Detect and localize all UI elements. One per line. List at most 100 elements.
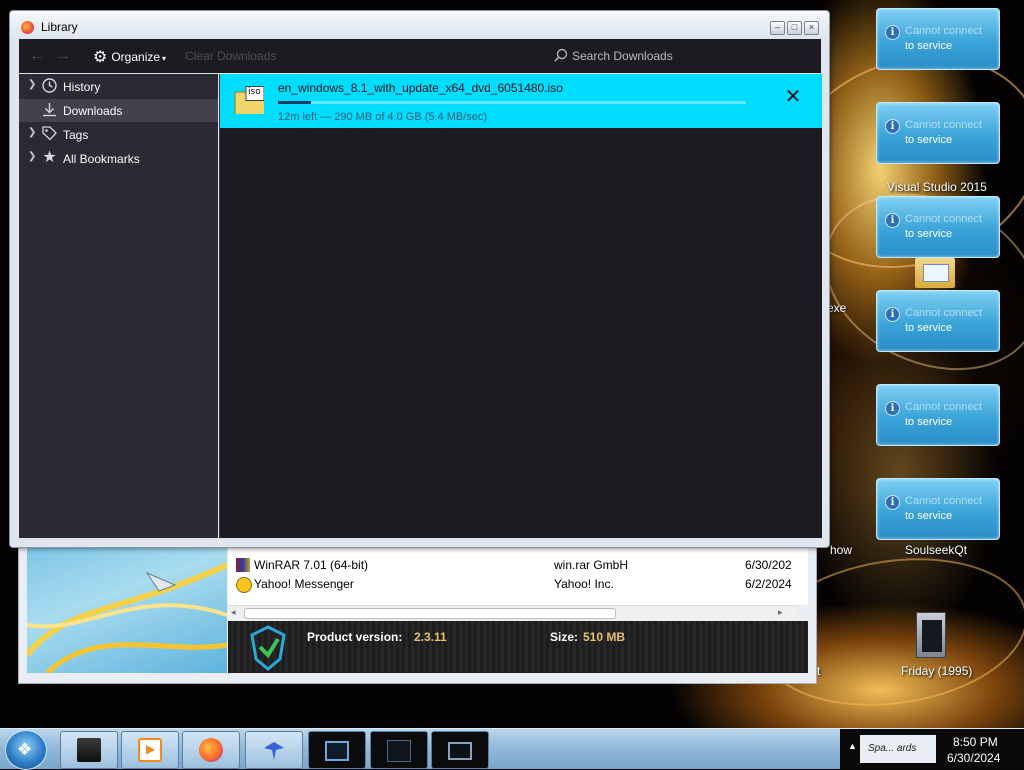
- organize-button[interactable]: ⚙ Organize ▾: [93, 46, 166, 66]
- desktop-icon-visual-studio-label[interactable]: Visual Studio 2015: [887, 180, 987, 194]
- desktop-icon-soulseek-label[interactable]: SoulseekQt: [905, 543, 967, 557]
- notification-cannot-connect[interactable]: i Cannot connect to service: [876, 102, 1000, 164]
- star-icon: ★: [42, 149, 57, 166]
- notification-line2: to service: [905, 134, 953, 146]
- sidebar-item-downloads[interactable]: Downloads: [19, 99, 218, 122]
- horizontal-scrollbar[interactable]: ◂ ▸: [228, 605, 798, 621]
- desktop-icon-how-label: how: [830, 543, 853, 557]
- taskbar-button-device-manager[interactable]: [370, 731, 428, 769]
- program-publisher: Yahoo! Inc.: [554, 577, 614, 591]
- clock-time[interactable]: 8:50 PM: [953, 735, 998, 749]
- scroll-right-icon[interactable]: ▸: [778, 607, 783, 618]
- notification-line1: Cannot connect: [905, 119, 983, 131]
- taskbar-button-monitor[interactable]: [308, 731, 366, 769]
- notification-line2: to service: [905, 40, 953, 52]
- notification-line1: Cannot connect: [905, 25, 983, 37]
- file-badge: iso: [248, 87, 261, 97]
- size-value: 510 MB: [583, 630, 626, 644]
- firefox-icon: [21, 21, 34, 34]
- info-icon: i: [885, 401, 900, 416]
- download-progress-bar: [278, 101, 746, 104]
- taskbar-button-firefox[interactable]: [182, 731, 240, 769]
- list-item[interactable]: Yahoo! Messenger Yahoo! Inc. 6/2/2024: [228, 575, 798, 594]
- info-icon: i: [885, 495, 900, 510]
- sidebar-item-history[interactable]: ❯ History: [19, 75, 218, 98]
- program-name: WinRAR 7.01 (64-bit): [254, 558, 369, 572]
- window-title: Library: [41, 20, 78, 34]
- notification-line1: Cannot connect: [905, 307, 983, 319]
- library-window: Library – □ × ← → ⚙ Organize ▾ Clear Downl…: [9, 10, 830, 548]
- media-player-icon: ▶: [138, 738, 162, 762]
- taskbar-button-drive[interactable]: [60, 731, 118, 769]
- programs-banner-image: [27, 545, 227, 673]
- gear-icon: ⚙: [93, 49, 108, 66]
- notification-cannot-connect[interactable]: i Cannot connect to service: [876, 8, 1000, 70]
- taskbar-button-media-player[interactable]: ▶: [121, 731, 179, 769]
- program-name: Yahoo! Messenger: [254, 577, 354, 591]
- chevron-right-icon[interactable]: ❯: [28, 127, 36, 138]
- back-arrow-icon[interactable]: ←: [29, 47, 45, 65]
- forward-arrow-icon[interactable]: →: [55, 47, 71, 65]
- program-details-panel: Product version: 2.3.11 Size: 510 MB: [228, 621, 808, 673]
- notification-line2: to service: [905, 322, 953, 334]
- sidebar-item-all-bookmarks[interactable]: ❯ ★ All Bookmarks: [19, 147, 218, 170]
- product-version-value: 2.3.11: [414, 630, 447, 644]
- taskbar: ❖ ▶ ▲ Spa... ards 8:50 PM 6/30/2024: [0, 728, 1024, 770]
- clear-downloads-button[interactable]: Clear Downloads: [185, 49, 276, 63]
- cancel-download-button[interactable]: ✕: [782, 86, 804, 108]
- notification-cannot-connect[interactable]: i Cannot connect to service: [876, 478, 1000, 540]
- download-progress-fill: [278, 101, 311, 104]
- taskbar-button-terminal[interactable]: [431, 731, 489, 769]
- search-downloads-field[interactable]: Search Downloads: [548, 44, 818, 67]
- size-label: Size:: [550, 630, 579, 644]
- sidebar-item-label: Tags: [63, 128, 89, 142]
- drive-icon: [77, 738, 101, 762]
- sidebar-item-label: History: [63, 80, 101, 94]
- tray-expand-icon[interactable]: ▲: [848, 741, 857, 751]
- title-bar[interactable]: Library – □ ×: [10, 11, 829, 39]
- monitor-icon: [325, 741, 349, 761]
- list-item[interactable]: WinRAR 7.01 (64-bit) win.rar GmbH 6/30/2…: [228, 556, 798, 575]
- chevron-right-icon[interactable]: ❯: [28, 151, 36, 162]
- winrar-icon: [236, 558, 250, 572]
- programs-window: WinRAR 7.01 (64-bit) win.rar GmbH 6/30/2…: [18, 540, 817, 684]
- notification-cannot-connect[interactable]: i Cannot connect to service: [876, 196, 1000, 258]
- chevron-right-icon[interactable]: ❯: [28, 79, 36, 90]
- maximize-button[interactable]: □: [787, 21, 802, 35]
- dropdown-arrow-icon: ▾: [162, 54, 167, 63]
- downloads-list: iso en_windows_8.1_with_update_x64_dvd_6…: [219, 74, 822, 538]
- clock-date[interactable]: 6/30/2024: [947, 751, 1000, 765]
- movie-folder-icon[interactable]: [912, 612, 948, 658]
- product-version-label: Product version:: [307, 630, 403, 644]
- notification-cannot-connect[interactable]: i Cannot connect to service: [876, 384, 1000, 446]
- close-button[interactable]: ×: [804, 21, 819, 35]
- notification-line2: to service: [905, 416, 953, 428]
- firefox-icon: [199, 738, 223, 762]
- taskbar-button-app-bird[interactable]: [245, 731, 303, 769]
- scrollbar-thumb[interactable]: [244, 608, 616, 619]
- notification-line2: to service: [905, 510, 953, 522]
- info-icon: i: [885, 307, 900, 322]
- mail-folder-icon[interactable]: [915, 258, 955, 288]
- program-publisher: win.rar GmbH: [554, 558, 629, 572]
- search-icon: [554, 48, 568, 62]
- notification-line1: Cannot connect: [905, 495, 983, 507]
- sidebar-item-label: Downloads: [63, 104, 123, 118]
- scroll-left-icon[interactable]: ◂: [231, 607, 236, 618]
- desktop-icon-friday-label[interactable]: Friday (1995): [901, 664, 972, 678]
- tray-app-preview[interactable]: Spa... ards: [860, 735, 936, 763]
- bird-app-icon: [264, 742, 284, 760]
- download-item[interactable]: iso en_windows_8.1_with_update_x64_dvd_6…: [220, 74, 822, 128]
- tray-preview-text: Spa... ards: [868, 743, 917, 754]
- sidebar-item-label: All Bookmarks: [63, 152, 140, 166]
- sidebar-item-tags[interactable]: ❯ Tags: [19, 123, 218, 146]
- minimize-button[interactable]: –: [770, 21, 785, 35]
- program-date: 6/2/2024: [745, 577, 792, 591]
- start-button[interactable]: ❖: [5, 730, 47, 770]
- info-icon: i: [885, 213, 900, 228]
- download-filename: en_windows_8.1_with_update_x64_dvd_60514…: [278, 81, 563, 95]
- organize-label: Organize: [111, 50, 161, 64]
- shield-logo-icon: [250, 625, 286, 671]
- notification-cannot-connect[interactable]: i Cannot connect to service: [876, 290, 1000, 352]
- windows-logo-icon: ❖: [17, 740, 33, 759]
